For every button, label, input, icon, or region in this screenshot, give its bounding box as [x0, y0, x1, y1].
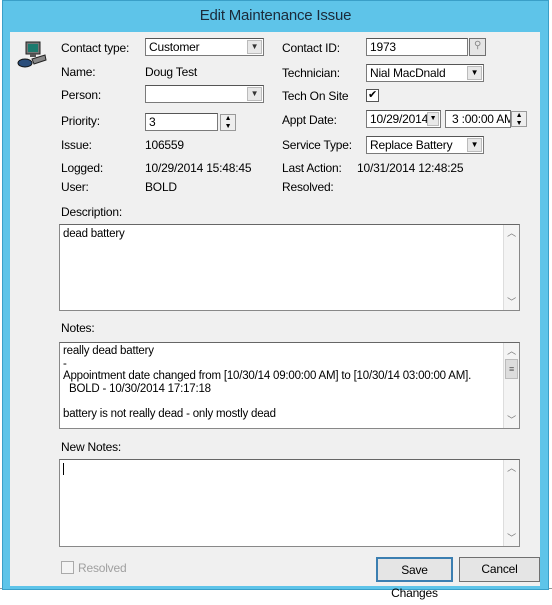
chevron-down-icon[interactable]: ▼	[467, 138, 482, 152]
notes-line: Appointment date changed from [10/30/14 …	[63, 370, 472, 382]
appt-date-label: Appt Date:	[282, 113, 337, 127]
priority-stepper[interactable]: ▲ ▼	[220, 114, 236, 131]
notes-line	[63, 395, 516, 408]
new-notes-text	[63, 463, 516, 475]
appt-time-stepper[interactable]: ▲ ▼	[511, 111, 527, 127]
computer-phone-icon	[17, 40, 47, 70]
scrollbar[interactable]: ︿ ≡ ﹀	[503, 343, 519, 428]
spin-down-icon[interactable]: ▼	[221, 123, 235, 131]
tech-on-site-checkbox[interactable]: ✔	[366, 89, 379, 102]
appt-time-input[interactable]: 3 :00:00 AM	[445, 110, 511, 128]
name-value: Doug Test	[145, 65, 198, 79]
scrollbar[interactable]: ︿ ﹀	[503, 460, 519, 546]
resolved-checkbox-label: Resolved	[78, 561, 127, 575]
technician-label: Technician:	[282, 66, 340, 80]
spin-down-icon[interactable]: ▼	[512, 120, 526, 128]
contact-type-value: Customer	[149, 40, 200, 54]
notes-textarea[interactable]: really dead battery - Appointment date c…	[59, 342, 520, 429]
user-label: User:	[61, 180, 89, 194]
description-text: dead battery	[63, 228, 125, 240]
chevron-down-icon[interactable]: ▼	[467, 66, 482, 80]
service-type-value: Replace Battery	[370, 138, 453, 152]
service-type-select[interactable]: Replace Battery ▼	[366, 136, 484, 154]
scroll-up-icon[interactable]: ︿	[504, 225, 519, 241]
spin-up-icon[interactable]: ▲	[512, 112, 526, 120]
contact-id-input[interactable]: 1973	[366, 38, 468, 56]
user-value: BOLD	[145, 180, 177, 194]
chevron-down-icon[interactable]: ▼	[247, 87, 262, 101]
scroll-down-icon[interactable]: ﹀	[504, 412, 519, 428]
appt-date-picker[interactable]: 10/29/2014 ▼	[366, 110, 441, 128]
notes-line: -	[63, 357, 67, 370]
issue-label: Issue:	[61, 138, 92, 152]
resolved-label: Resolved:	[282, 180, 334, 194]
search-icon[interactable]: ⚲	[469, 38, 486, 56]
technician-select[interactable]: Nial MacDnald ▼	[366, 64, 484, 82]
notes-line: battery is not really dead - only mostly…	[63, 407, 276, 420]
last-action-label: Last Action:	[282, 161, 342, 175]
scroll-up-icon[interactable]: ︿	[504, 460, 519, 476]
last-action-value: 10/31/2014 12:48:25	[357, 161, 464, 175]
notes-label: Notes:	[61, 321, 95, 335]
description-label: Description:	[61, 205, 122, 219]
scroll-down-icon[interactable]: ﹀	[504, 530, 519, 546]
person-select[interactable]: ▼	[145, 85, 264, 103]
new-notes-textarea[interactable]: ︿ ﹀	[59, 459, 520, 547]
name-label: Name:	[61, 65, 96, 79]
contact-id-label: Contact ID:	[282, 41, 340, 55]
scroll-up-icon[interactable]: ︿	[504, 343, 519, 359]
scroll-thumb[interactable]: ≡	[505, 359, 518, 379]
person-label: Person:	[61, 88, 101, 102]
cancel-button[interactable]: Cancel	[459, 557, 540, 582]
technician-value: Nial MacDnald	[370, 66, 446, 80]
contact-type-label: Contact type:	[61, 41, 130, 55]
scrollbar[interactable]: ︿ ﹀	[503, 225, 519, 310]
contact-type-select[interactable]: Customer ▼	[145, 38, 264, 56]
dialog-title: Edit Maintenance Issue	[199, 7, 352, 24]
logged-value: 10/29/2014 15:48:45	[145, 161, 252, 175]
priority-label: Priority:	[61, 114, 100, 128]
resolved-checkbox[interactable]	[61, 561, 74, 574]
new-notes-label: New Notes:	[61, 440, 122, 454]
appt-date-value: 10/29/2014	[370, 112, 429, 126]
notes-line: really dead battery	[63, 345, 154, 357]
service-type-label: Service Type:	[282, 138, 352, 152]
scroll-down-icon[interactable]: ﹀	[504, 294, 519, 310]
chevron-down-icon[interactable]: ▼	[247, 40, 262, 54]
chevron-down-icon[interactable]: ▼	[427, 112, 439, 126]
save-changes-button[interactable]: Save Changes	[376, 557, 453, 600]
logged-label: Logged:	[61, 161, 103, 175]
priority-input[interactable]: 3	[145, 113, 218, 131]
tech-on-site-label: Tech On Site	[282, 89, 349, 103]
issue-value: 106559	[145, 138, 184, 152]
notes-line: BOLD - 10/30/2014 17:17:18	[63, 382, 211, 395]
spin-up-icon[interactable]: ▲	[221, 115, 235, 123]
description-textarea[interactable]: dead battery ︿ ﹀	[59, 224, 520, 311]
